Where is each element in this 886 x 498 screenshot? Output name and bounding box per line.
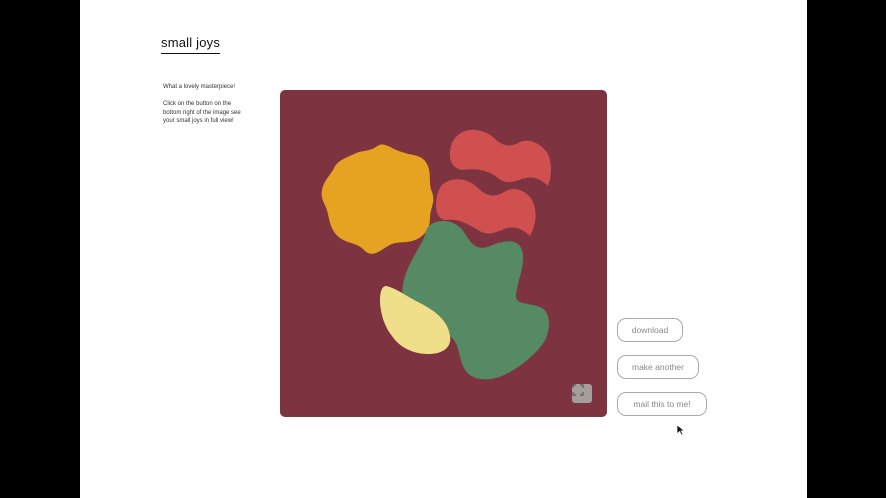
artwork-svg [321,129,551,380]
fullscreen-button[interactable] [572,384,592,403]
intro-line-2: Click on the button on the bottom right … [163,101,241,124]
green-blob [402,220,549,380]
sun-shape [321,144,434,254]
mouse-pointer-icon [676,424,686,436]
red-wave-top [450,129,551,186]
download-button[interactable]: download [617,318,683,342]
intro-text: What a lovely masterpiece! Click on the … [163,83,245,134]
page: small joys What a lovely masterpiece! Cl… [80,0,807,498]
left-letterbox [0,0,80,498]
right-letterbox [807,0,886,498]
artwork-canvas [280,90,607,417]
mail-button[interactable]: mail this to me! [617,392,707,416]
intro-line-1: What a lovely masterpiece! [163,84,236,90]
expand-icon [572,384,584,396]
page-title: small joys [161,35,221,54]
make-another-button[interactable]: make another [617,355,699,379]
